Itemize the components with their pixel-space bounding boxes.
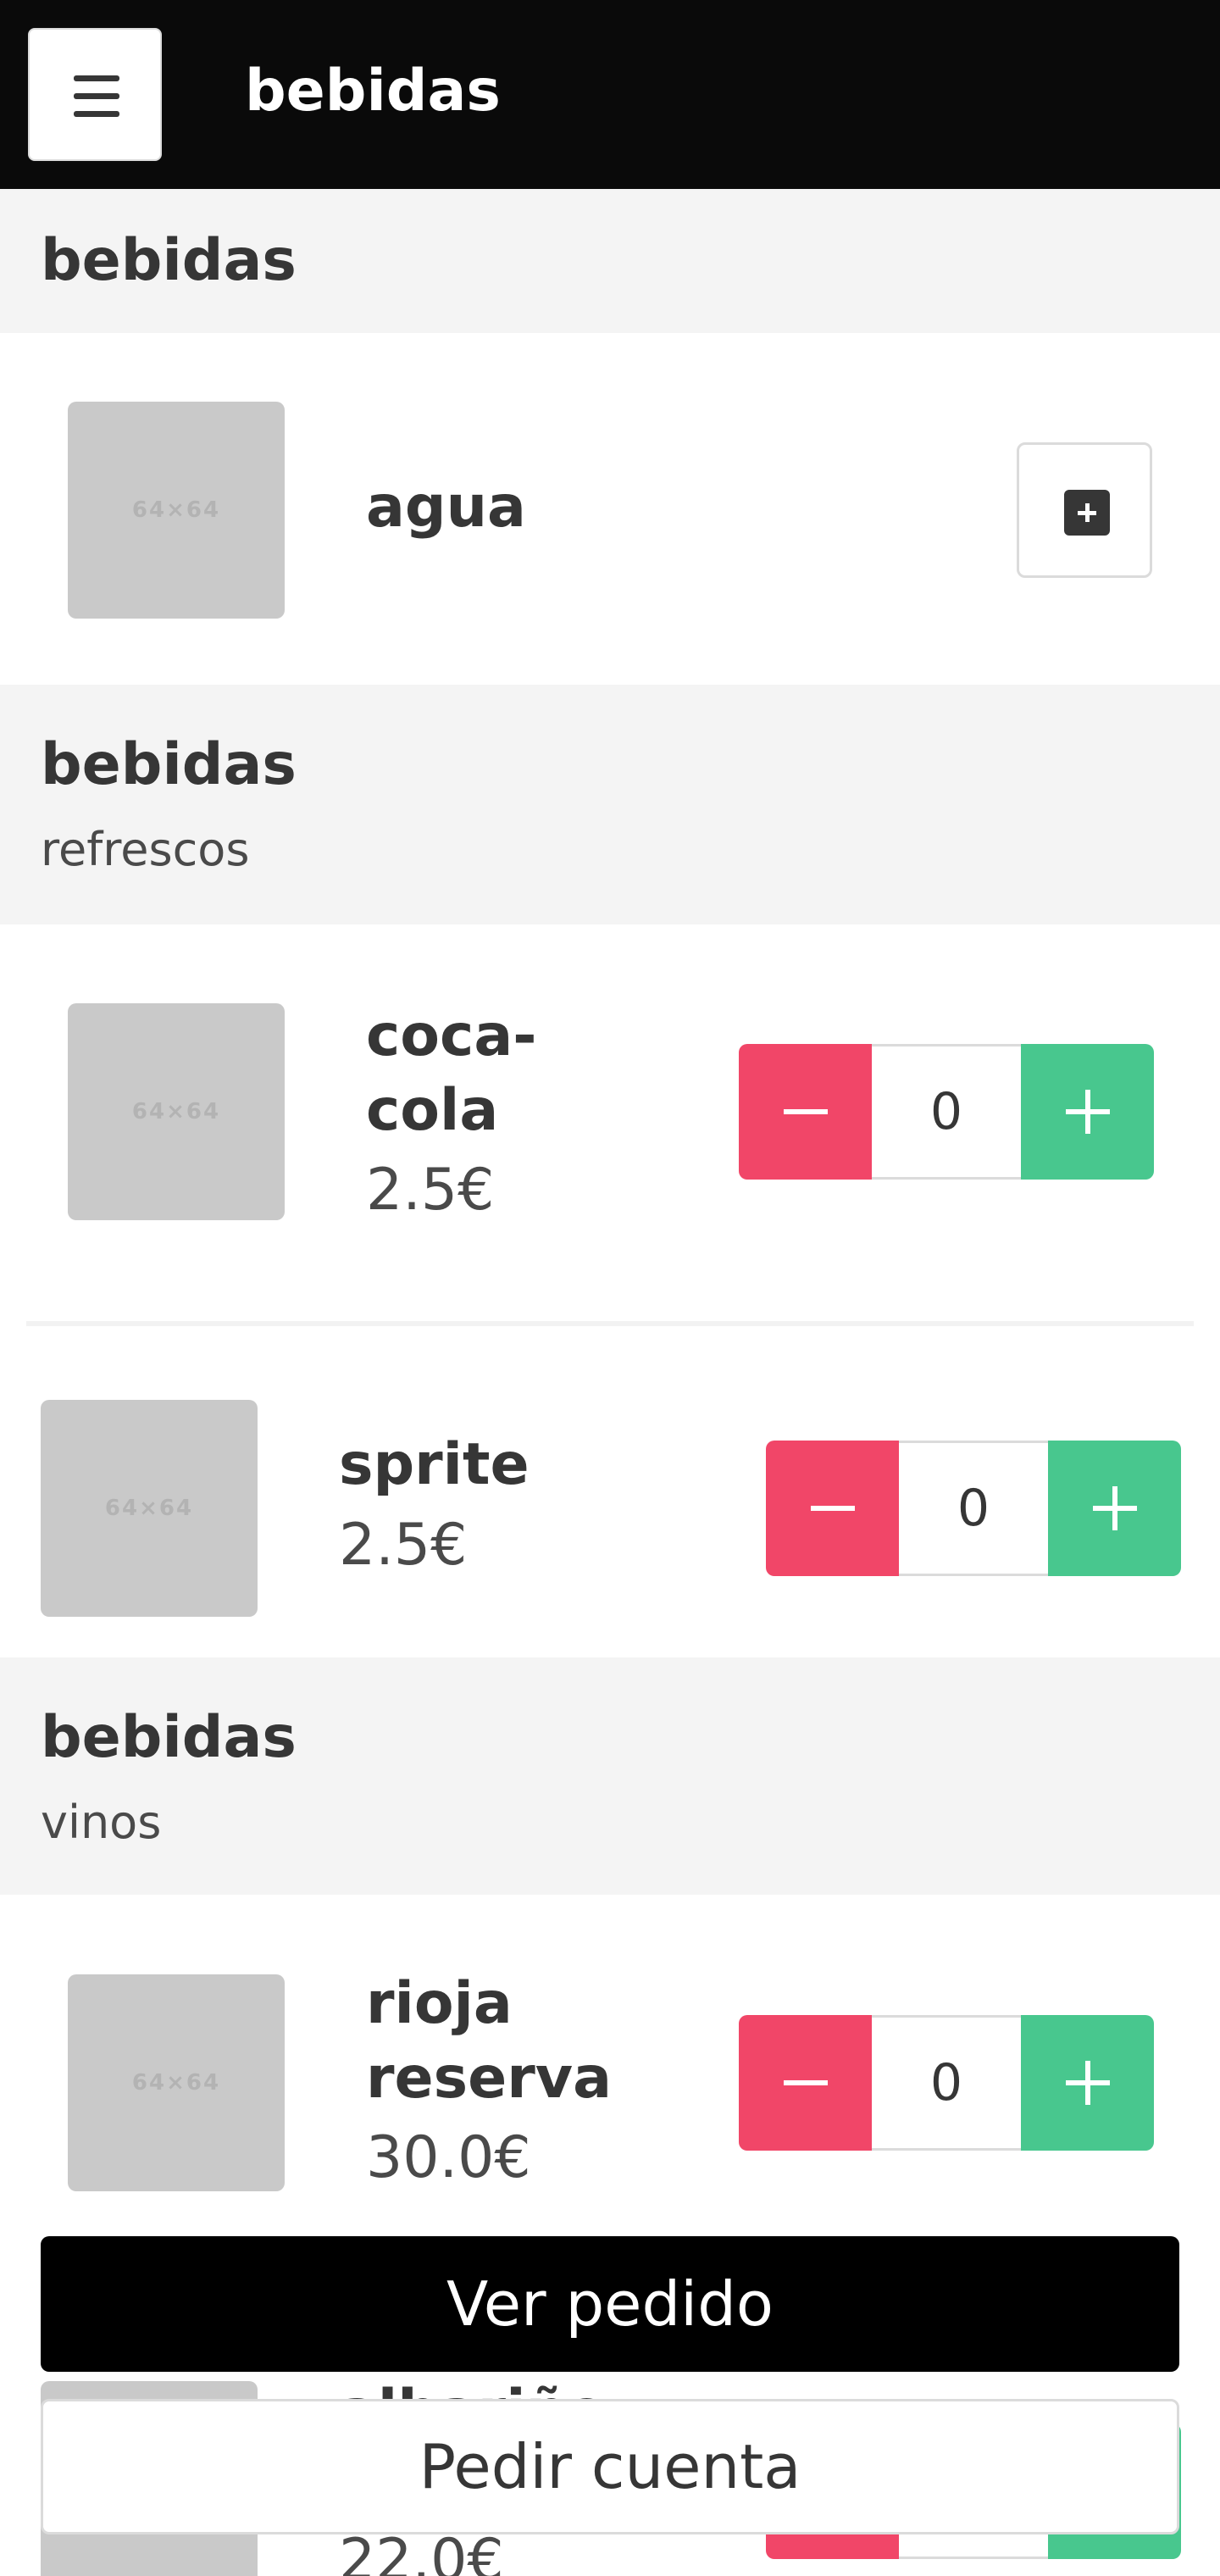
section-subtitle: refrescos: [41, 823, 250, 876]
section-subtitle: vinos: [41, 1796, 162, 1849]
add-item-button[interactable]: [1017, 442, 1152, 578]
product-image-placeholder: 64×64: [68, 402, 285, 619]
item-name-line1: rioja: [366, 1970, 513, 2037]
item-price: 2.5€: [366, 1157, 495, 1224]
section-header-bebidas: bebidas: [0, 189, 1220, 333]
page-title: bebidas: [245, 58, 501, 125]
item-name-line1: coca-: [366, 1002, 537, 1069]
menu-item-agua: 64×64 agua: [0, 333, 1220, 685]
plus-square-icon: [1064, 490, 1110, 536]
top-navbar: bebidas: [0, 0, 1220, 189]
menu-item-coca-cola: 64×64 coca- cola 2.5€ 0: [0, 924, 1220, 1321]
increment-button[interactable]: [1048, 1441, 1181, 1576]
quantity-value: 0: [872, 2015, 1021, 2151]
product-image-placeholder: 64×64: [68, 1003, 285, 1220]
image-placeholder-text: 64×64: [131, 497, 221, 523]
quantity-stepper: 0: [766, 1441, 1181, 1576]
image-placeholder-text: 64×64: [131, 1099, 221, 1124]
view-order-button[interactable]: Ver pedido: [41, 2236, 1179, 2372]
product-image-placeholder: 64×64: [41, 1400, 258, 1617]
menu-item-sprite: 64×64 sprite 2.5€ 0: [0, 1326, 1220, 1657]
product-image-placeholder: 64×64: [68, 1974, 285, 2191]
section-header-vinos: bebidas vinos: [0, 1657, 1220, 1895]
image-placeholder-text: 64×64: [131, 2070, 221, 2096]
section-title: bebidas: [41, 731, 297, 798]
section-title: bebidas: [41, 227, 297, 294]
item-name: agua: [366, 474, 526, 541]
quantity-stepper: 0: [739, 1044, 1154, 1180]
decrement-button[interactable]: [766, 1441, 899, 1576]
hamburger-icon-bar: [74, 93, 119, 99]
quantity-stepper: 0: [739, 2015, 1154, 2151]
hamburger-icon: [74, 75, 119, 81]
hamburger-icon-bar: [74, 111, 119, 117]
item-name-line2: cola: [366, 1077, 499, 1144]
increment-button[interactable]: [1021, 1044, 1154, 1180]
section-header-refrescos: bebidas refrescos: [0, 685, 1220, 924]
quantity-value: 0: [872, 1044, 1021, 1180]
section-title: bebidas: [41, 1704, 297, 1771]
request-bill-button[interactable]: Pedir cuenta: [41, 2399, 1179, 2534]
item-name-line2: reserva: [366, 2045, 612, 2112]
decrement-button[interactable]: [739, 2015, 872, 2151]
item-price: 30.0€: [366, 2124, 531, 2191]
quantity-value: 0: [899, 1441, 1048, 1576]
image-placeholder-text: 64×64: [104, 1496, 194, 1521]
menu-button[interactable]: [28, 28, 162, 161]
decrement-button[interactable]: [739, 1044, 872, 1180]
item-name: sprite: [339, 1431, 530, 1498]
item-price: 2.5€: [339, 1512, 468, 1579]
increment-button[interactable]: [1021, 2015, 1154, 2151]
